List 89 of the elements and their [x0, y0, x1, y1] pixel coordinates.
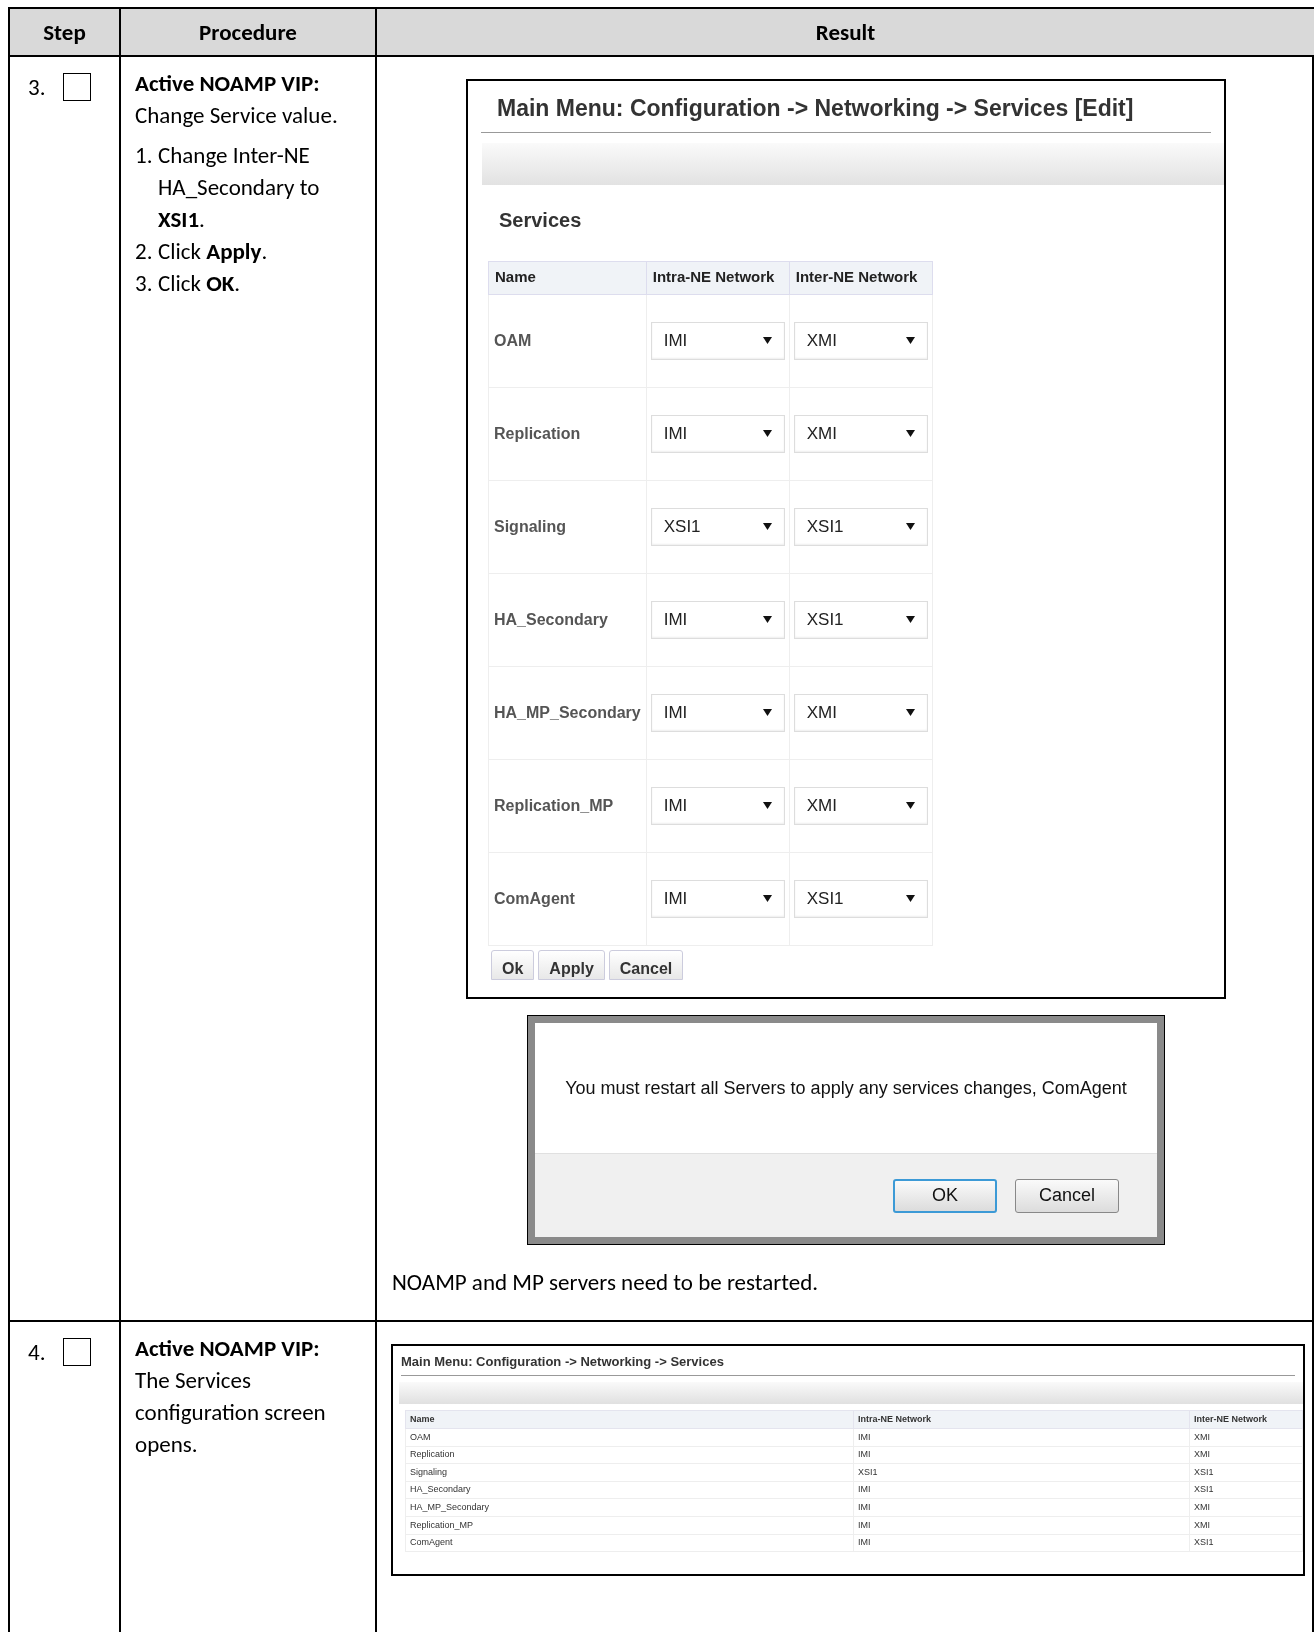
caret-down-icon	[905, 430, 915, 437]
table-cell: IMI	[853, 1534, 1190, 1552]
table-cell: HA_Secondary	[405, 1481, 854, 1499]
caret-down-icon	[762, 430, 772, 437]
caret-down-icon	[762, 709, 772, 716]
table-cell: IMI	[853, 1446, 1190, 1464]
caret-down-icon	[905, 616, 915, 623]
step-intro: The Services configuration screen opens.	[135, 1364, 327, 1460]
dropdown[interactable]: IMI	[650, 879, 785, 918]
table-cell: XSI1	[1189, 1534, 1303, 1552]
dropdown[interactable]: XSI1	[793, 879, 928, 918]
table-cell: Replication	[405, 1446, 854, 1464]
service-name: ComAgent	[488, 852, 647, 945]
checkbox[interactable]	[63, 73, 92, 101]
column-header: Intra-NE Network	[646, 261, 790, 294]
table-cell: XSI1	[1189, 1463, 1303, 1482]
dropdown[interactable]: IMI	[650, 414, 785, 453]
dropdown[interactable]: XSI1	[793, 507, 928, 546]
form-button[interactable]: Cancel	[608, 949, 684, 980]
table-cell: XMI	[1189, 1428, 1303, 1447]
checkbox[interactable]	[63, 1337, 92, 1366]
section-title: Services	[498, 207, 583, 233]
dialog-button[interactable]: OK	[893, 1178, 997, 1213]
caret-down-icon	[905, 523, 915, 530]
table-cell: OAM	[405, 1428, 854, 1447]
dropdown[interactable]: IMI	[650, 693, 785, 732]
dropdown[interactable]: IMI	[650, 786, 785, 825]
service-name: Replication	[488, 387, 647, 480]
result-note: NOAMP and MP servers need to be restarted.	[392, 1267, 820, 1298]
form-button[interactable]: Apply	[538, 949, 605, 980]
list-number: 1.	[135, 140, 154, 171]
dialog-message: You must restart all Servers to apply any services changes, ComAgent	[564, 1076, 1128, 1100]
table-cell: XSI1	[853, 1463, 1190, 1482]
step-intro: Change Service value.	[135, 100, 339, 131]
table-cell: XMI	[1189, 1446, 1303, 1464]
dropdown[interactable]: XMI	[793, 414, 928, 453]
table-cell: XSI1	[1189, 1481, 1303, 1499]
dropdown[interactable]: XSI1	[793, 600, 928, 639]
step-number: 4.	[28, 1337, 46, 1366]
table-cell: XMI	[1189, 1516, 1303, 1535]
table-cell: IMI	[853, 1516, 1190, 1535]
caret-down-icon	[762, 523, 772, 530]
dropdown[interactable]: XSI1	[650, 507, 785, 546]
service-name: Replication_MP	[488, 759, 647, 852]
caret-down-icon	[905, 337, 915, 344]
table-cell: HA_MP_Secondary	[405, 1498, 854, 1517]
dropdown[interactable]: XMI	[793, 693, 928, 732]
service-name: HA_MP_Secondary	[488, 666, 647, 759]
column-header: Inter-NE Network	[789, 261, 933, 294]
page-title: Main Menu: Configuration -> Networking -> Services	[401, 1345, 1295, 1376]
caret-down-icon	[905, 895, 915, 902]
table-cell: ComAgent	[405, 1534, 854, 1552]
page-title: Main Menu: Configuration -> Networking -> Services [Edit]	[481, 81, 1211, 133]
caret-down-icon	[762, 337, 772, 344]
column-header: Inter-NE Network	[1189, 1410, 1303, 1429]
column-header: Result	[377, 9, 1314, 57]
list-number: 2.	[135, 236, 154, 267]
step-heading: Active NOAMP VIP:	[135, 68, 321, 99]
table-cell: Replication_MP	[405, 1516, 854, 1535]
column-header: Name	[405, 1410, 854, 1429]
caret-down-icon	[762, 802, 772, 809]
column-header: Intra-NE Network	[853, 1410, 1190, 1429]
table-cell: IMI	[853, 1481, 1190, 1499]
instruction: Click OK.	[158, 268, 241, 299]
column-header: Step	[10, 9, 121, 57]
service-name: OAM	[488, 294, 647, 387]
dialog-button[interactable]: Cancel	[1015, 1178, 1119, 1213]
instruction: Change Inter-NE HA_Secondary to XSI1.	[158, 140, 321, 235]
table-cell: XMI	[1189, 1498, 1303, 1517]
step-heading: Active NOAMP VIP:	[135, 1332, 321, 1364]
list-number: 3.	[135, 268, 154, 299]
caret-down-icon	[905, 802, 915, 809]
dropdown[interactable]: XMI	[793, 786, 928, 825]
table-cell: IMI	[853, 1428, 1190, 1447]
dropdown[interactable]: IMI	[650, 600, 785, 639]
service-name: HA_Secondary	[488, 573, 647, 666]
caret-down-icon	[905, 709, 915, 716]
dropdown[interactable]: XMI	[793, 321, 928, 360]
service-name: Signaling	[488, 480, 647, 573]
caret-down-icon	[762, 895, 772, 902]
table-cell: IMI	[853, 1498, 1190, 1517]
caret-down-icon	[762, 616, 772, 623]
table-cell: Signaling	[405, 1463, 854, 1482]
form-button[interactable]: Ok	[491, 949, 535, 980]
step-number: 3.	[28, 73, 46, 101]
instruction: Click Apply.	[158, 236, 268, 267]
dropdown[interactable]: IMI	[650, 321, 785, 360]
column-header: Procedure	[121, 9, 377, 57]
column-header: Name	[488, 261, 647, 294]
